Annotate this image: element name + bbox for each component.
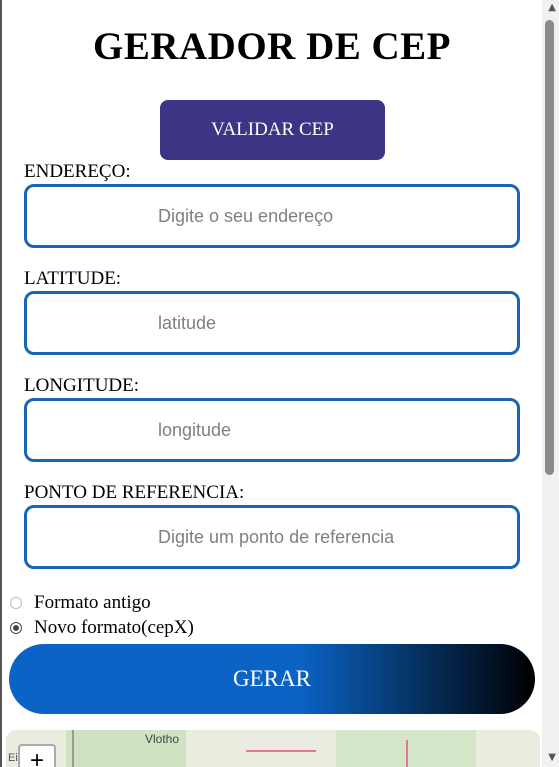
page-viewport: GERADOR DE CEP VALIDAR CEP ENDEREÇO: LAT… <box>0 0 559 767</box>
map-road <box>72 730 74 767</box>
reference-point-input[interactable] <box>24 505 520 569</box>
format-old-label: Formato antigo <box>34 592 151 613</box>
format-old-radio[interactable] <box>10 597 22 609</box>
scrollbar-thumb[interactable] <box>545 20 554 475</box>
triangle-down-icon[interactable]: ▼ <box>548 752 556 763</box>
map-road <box>406 740 408 767</box>
latitude-label: LATITUDE: <box>24 268 122 289</box>
address-input[interactable] <box>24 184 520 248</box>
map-road <box>246 750 316 752</box>
validate-cep-button[interactable]: VALIDAR CEP <box>160 100 385 160</box>
map-corner-label: Ei <box>8 752 18 764</box>
page-title: GERADOR DE CEP <box>92 25 452 68</box>
map-zoom-in-button[interactable]: + <box>18 744 56 767</box>
map-city-label: Vlotho <box>145 732 180 746</box>
reference-point-label: PONTO DE REFERENCIA: <box>24 482 245 503</box>
scrollbar[interactable]: ▲ ▼ <box>542 0 559 767</box>
longitude-input[interactable] <box>24 398 520 462</box>
latitude-input[interactable] <box>24 291 520 355</box>
map[interactable]: Vlotho <box>6 730 540 767</box>
format-new-label: Novo formato(cepX) <box>34 617 194 638</box>
longitude-label: LONGITUDE: <box>24 375 140 396</box>
format-new-option[interactable]: Novo formato(cepX) <box>10 617 194 639</box>
triangle-up-icon[interactable]: ▲ <box>548 2 556 13</box>
address-label: ENDEREÇO: <box>24 161 131 182</box>
format-old-option[interactable]: Formato antigo <box>10 592 151 614</box>
generate-button[interactable]: GERAR <box>9 644 535 714</box>
format-new-radio[interactable] <box>10 622 22 634</box>
